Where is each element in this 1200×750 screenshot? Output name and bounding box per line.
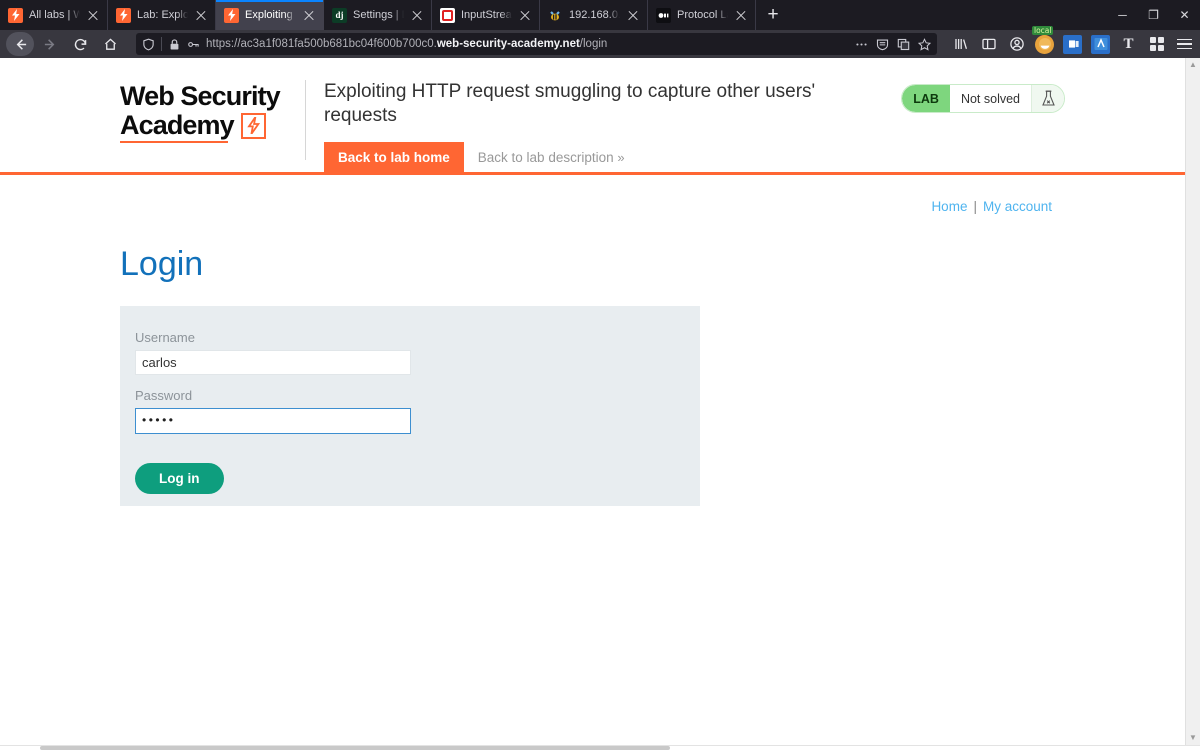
tab-title: 192.168.0.170/bWAPP/ <box>569 9 620 21</box>
close-icon[interactable] <box>518 8 532 22</box>
django-icon: dj <box>332 7 347 23</box>
nav-separator: | <box>973 198 977 214</box>
back-button[interactable] <box>6 32 34 56</box>
text-tool-icon[interactable]: T <box>1119 35 1138 54</box>
java-icon <box>440 7 455 23</box>
protocol-icon <box>656 7 671 23</box>
lab-actions: Back to lab home Back to lab description… <box>324 142 1185 174</box>
web-security-academy-logo[interactable]: Web Security Academy <box>120 76 305 143</box>
address-bar[interactable]: https://ac3a1f081fa500b681bc04f600b700c0… <box>136 33 937 55</box>
logo-line-1: Web Security <box>120 81 281 111</box>
browser-tab-2[interactable]: Lab: Exploiting HTTP re <box>108 0 216 30</box>
home-button[interactable] <box>96 32 124 56</box>
tab-title: Exploiting HTTP reques <box>245 9 296 21</box>
password-label: Password <box>135 387 193 403</box>
reader-mode-icon[interactable] <box>876 38 889 51</box>
back-to-lab-home-button[interactable]: Back to lab home <box>324 142 464 174</box>
browser-tab-5[interactable]: InputStream (Java Platf <box>432 0 540 30</box>
browser-tab-6[interactable]: 192.168.0.170/bWAPP/ <box>540 0 648 30</box>
scroll-down-arrow-icon[interactable]: ▼ <box>1189 734 1197 742</box>
vertical-scrollbar[interactable]: ▲ ▼ <box>1185 58 1200 745</box>
bwapp-bee-icon <box>548 7 563 23</box>
browser-toolbar-extensions: local T <box>945 25 1194 54</box>
extensions-grid-icon[interactable] <box>1147 35 1166 54</box>
hamburger-menu-icon[interactable] <box>1175 35 1194 54</box>
portswigger-icon <box>8 7 23 23</box>
tab-title: Settings | Django docu <box>353 9 404 21</box>
close-icon[interactable] <box>194 8 208 22</box>
lab-badge-label: LAB <box>902 85 950 112</box>
back-to-lab-description-link[interactable]: Back to lab description » <box>478 150 625 165</box>
translate-icon[interactable] <box>897 38 910 51</box>
portswigger-icon <box>224 7 239 23</box>
reload-button[interactable] <box>66 32 94 56</box>
close-icon[interactable] <box>86 8 100 22</box>
log-in-button[interactable]: Log in <box>135 462 224 494</box>
tab-title: InputStream (Java Platf <box>461 9 512 21</box>
maximize-button[interactable]: ❐ <box>1138 0 1169 30</box>
minimize-button[interactable]: ─ <box>1107 0 1138 30</box>
portswigger-icon <box>116 7 131 23</box>
password-input[interactable]: ••••• <box>135 407 411 434</box>
lightning-bolt-icon <box>240 112 266 139</box>
page-viewport: Web Security Academy Exploiting HTTP req… <box>0 58 1200 745</box>
tab-title: All labs | Web Security <box>29 9 80 21</box>
nav-link-home[interactable]: Home <box>931 199 967 214</box>
lab-status-badge: LAB Not solved <box>901 84 1065 113</box>
address-bar-actions <box>855 37 931 51</box>
username-input[interactable]: carlos <box>135 349 411 375</box>
back-to-lab-description-label: Back to lab description <box>477 150 614 166</box>
horizontal-scrollbar-thumb[interactable] <box>40 746 670 750</box>
tab-title: Lab: Exploiting HTTP re <box>137 9 188 21</box>
local-extension-icon[interactable]: local <box>1032 25 1054 54</box>
padlock-secure-icon[interactable] <box>168 38 181 51</box>
browser-window: All labs | Web Security Lab: Exploiting … <box>0 0 1200 750</box>
library-icon[interactable] <box>951 35 970 54</box>
nav-link-my-account[interactable]: My account <box>983 199 1052 214</box>
connection-permissions-icon[interactable] <box>187 38 200 51</box>
lab-status-text: Not solved <box>949 85 1032 112</box>
ellipsis-icon[interactable] <box>855 38 868 51</box>
browser-tab-4[interactable]: dj Settings | Django docu <box>324 0 432 30</box>
close-icon[interactable] <box>626 8 640 22</box>
lab-header: Web Security Academy Exploiting HTTP req… <box>0 58 1185 174</box>
scroll-up-arrow-icon[interactable]: ▲ <box>1189 61 1197 69</box>
account-icon[interactable] <box>1007 35 1026 54</box>
browser-tab-1[interactable]: All labs | Web Security <box>0 0 108 30</box>
horizontal-scrollbar[interactable] <box>0 745 1200 750</box>
login-heading: Login <box>120 244 204 283</box>
logo-line-2: Academy <box>120 110 235 140</box>
sidebar-icon[interactable] <box>979 35 998 54</box>
new-tab-button[interactable]: + <box>756 0 790 30</box>
tab-title: Protocol Layer Attack - <box>677 9 728 21</box>
close-icon[interactable] <box>302 8 316 22</box>
chevron-right-icon: » <box>617 150 625 166</box>
username-label: Username <box>135 329 195 345</box>
login-form-panel: Username carlos Password ••••• Log in <box>120 305 700 506</box>
forward-button[interactable] <box>36 32 64 56</box>
close-icon[interactable] <box>410 8 424 22</box>
tab-strip: All labs | Web Security Lab: Exploiting … <box>0 0 1200 30</box>
page-title: Exploiting HTTP request smuggling to cap… <box>324 81 816 126</box>
url-text: https://ac3a1f081fa500b681bc04f600b700c0… <box>206 38 608 50</box>
bookmark-star-icon[interactable] <box>918 37 931 51</box>
logo-underline <box>120 140 228 143</box>
url-divider <box>161 37 162 51</box>
page-content: Web Security Academy Exploiting HTTP req… <box>0 58 1185 745</box>
close-window-button[interactable]: ✕ <box>1169 0 1200 30</box>
extension-blue-1-icon[interactable] <box>1063 34 1082 54</box>
navigation-toolbar: https://ac3a1f081fa500b681bc04f600b700c0… <box>0 25 1200 58</box>
extension-blue-2-icon[interactable] <box>1091 34 1110 54</box>
tracking-protection-shield-icon[interactable] <box>142 38 155 51</box>
local-badge: local <box>1032 25 1054 35</box>
browser-tab-7[interactable]: Protocol Layer Attack - <box>648 0 756 30</box>
browser-tab-3-active[interactable]: Exploiting HTTP reques <box>216 0 324 30</box>
logo-text: Web Security Academy <box>120 81 281 143</box>
flask-icon[interactable] <box>1032 85 1064 112</box>
close-icon[interactable] <box>734 8 748 22</box>
window-controls: ─ ❐ ✕ <box>1107 0 1200 30</box>
site-nav: Home | My account <box>0 175 1185 214</box>
